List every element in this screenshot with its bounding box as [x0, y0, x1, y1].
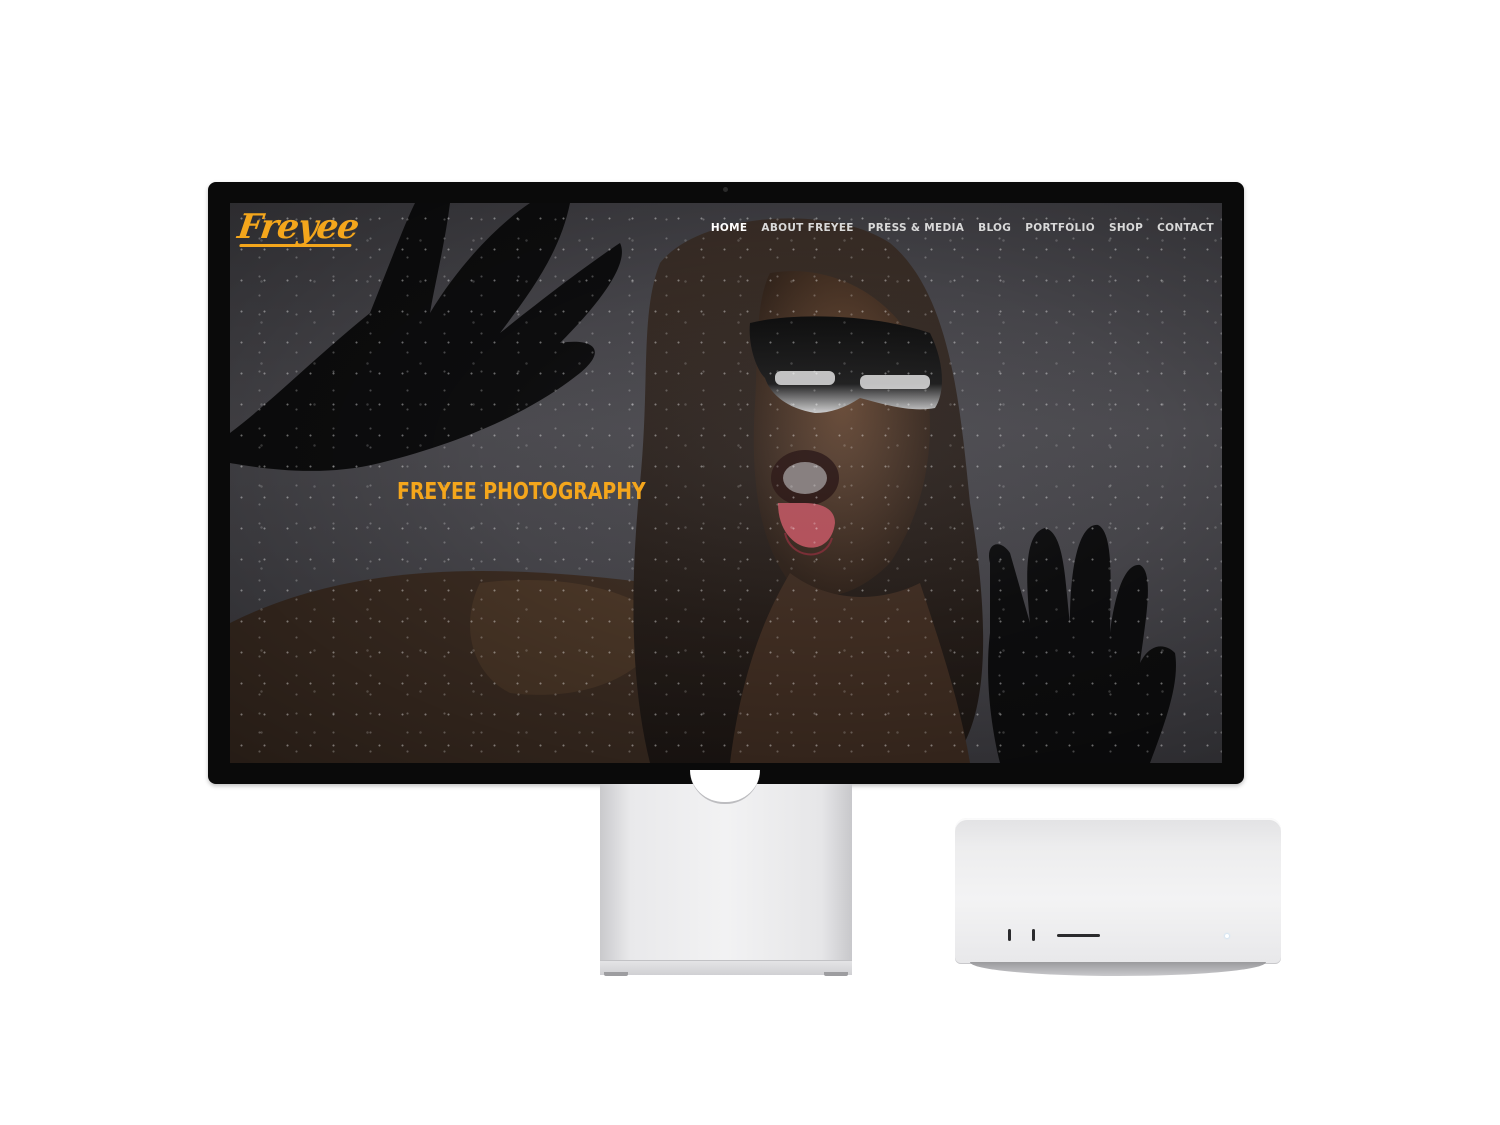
monitor-stand-base: [600, 960, 852, 975]
monitor: Freyee HOME ABOUT FREYEE PRESS & MEDIA B…: [208, 182, 1244, 784]
website-screen: Freyee HOME ABOUT FREYEE PRESS & MEDIA B…: [230, 203, 1222, 763]
nav-item-blog[interactable]: BLOG: [978, 222, 1011, 234]
nav-item-shop[interactable]: SHOP: [1109, 222, 1143, 234]
usb-c-port-icon: [1008, 929, 1011, 941]
nav-item-contact[interactable]: CONTACT: [1157, 222, 1214, 234]
site-logo-text: Freyee: [235, 207, 361, 247]
usb-c-port-icon: [1032, 929, 1035, 941]
nav-item-press-media[interactable]: PRESS & MEDIA: [868, 222, 964, 234]
site-logo[interactable]: Freyee: [235, 203, 362, 251]
nav-item-about[interactable]: ABOUT FREYEE: [761, 222, 853, 234]
hero-image: [230, 203, 1222, 763]
monitor-stand: [600, 784, 852, 962]
logo-underline: [239, 244, 352, 247]
stand-foot-right: [824, 972, 848, 976]
sd-card-slot: [1057, 934, 1100, 937]
mac-studio: [955, 818, 1281, 964]
rain-droplets: [230, 203, 1222, 763]
nav-item-home[interactable]: HOME: [711, 222, 748, 234]
power-led-icon: [1225, 934, 1229, 938]
hero-title: FREYEE PHOTOGRAPHY: [397, 479, 646, 505]
camera-icon: [723, 187, 728, 192]
stand-foot-left: [604, 972, 628, 976]
mac-studio-vent: [970, 962, 1266, 976]
nav-item-portfolio[interactable]: PORTFOLIO: [1025, 222, 1095, 234]
main-nav: HOME ABOUT FREYEE PRESS & MEDIA BLOG POR…: [711, 222, 1214, 234]
